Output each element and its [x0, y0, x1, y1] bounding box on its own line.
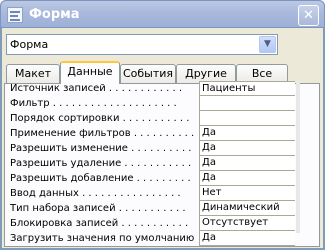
- property-label: Разрешить изменение . . . . . . . . . .: [10, 143, 192, 154]
- property-value-field[interactable]: Динамический: [199, 201, 295, 216]
- object-selector[interactable]: Форма ▼: [6, 34, 278, 55]
- property-label: Разрешить удаление . . . . . . . . . . .: [10, 158, 192, 169]
- property-value-field[interactable]: Нет: [199, 186, 295, 201]
- property-row-allow-filters[interactable]: Применение фильтров . . . . . . . . . . …: [10, 126, 296, 141]
- property-value-field[interactable]: Да: [199, 231, 295, 246]
- property-label: Разрешить добавление . . . . . . . . .: [10, 173, 191, 184]
- property-label: Порядок сортировки . . . . . . . . . . .: [10, 113, 190, 124]
- property-value-field[interactable]: [199, 111, 295, 126]
- close-button[interactable]: ✕: [298, 5, 319, 26]
- property-row-recordset-type[interactable]: Тип набора записей . . . . . . . . . . .…: [10, 201, 296, 216]
- property-value-field[interactable]: Да: [199, 156, 295, 171]
- property-label: Загрузить значения по умолчанию . .: [10, 233, 198, 244]
- property-row-data-entry[interactable]: Ввод данных . . . . . . . . . . . . . . …: [10, 186, 296, 201]
- property-value-field[interactable]: Пациенты: [199, 81, 295, 96]
- property-label: Ввод данных . . . . . . . . . . . . . . …: [10, 188, 181, 199]
- object-selector-value: Форма: [10, 38, 49, 51]
- property-row-order-by[interactable]: Порядок сортировки . . . . . . . . . . .: [10, 111, 296, 126]
- tab-data[interactable]: Данные: [60, 61, 120, 84]
- vertical-scrollbar[interactable]: [296, 81, 300, 233]
- property-value-field[interactable]: Да: [199, 141, 295, 156]
- property-value-field[interactable]: Да: [199, 171, 295, 186]
- property-row-fetch-defaults[interactable]: Загрузить значения по умолчанию . . Да: [10, 231, 296, 246]
- property-row-allow-edits[interactable]: Разрешить изменение . . . . . . . . . . …: [10, 141, 296, 156]
- property-grid: Источник записей . . . . . . . . . . . .…: [10, 81, 296, 246]
- title-bar[interactable]: Форма ✕: [0, 0, 325, 28]
- property-value-field[interactable]: [199, 96, 295, 111]
- chevron-down-icon[interactable]: ▼: [259, 36, 276, 53]
- properties-window: Форма ✕ Форма ▼ Макет Данные События Дру…: [0, 0, 325, 250]
- window-title: Форма: [29, 7, 80, 22]
- property-row-record-source[interactable]: Источник записей . . . . . . . . . . . .…: [10, 81, 296, 96]
- property-label: Тип набора записей . . . . . . . . . . .: [10, 203, 186, 214]
- property-value-field[interactable]: Да: [199, 126, 295, 141]
- property-label: Блокировка записей . . . . . . . . . . .: [10, 218, 189, 229]
- property-label: Фильтр . . . . . . . . . . . . . . . . .…: [10, 98, 177, 109]
- property-label: Применение фильтров . . . . . . . . . .: [10, 128, 195, 139]
- property-row-allow-additions[interactable]: Разрешить добавление . . . . . . . . . Д…: [10, 171, 296, 186]
- property-row-record-locks[interactable]: Блокировка записей . . . . . . . . . . .…: [10, 216, 296, 231]
- form-icon: [7, 7, 23, 23]
- property-row-filter[interactable]: Фильтр . . . . . . . . . . . . . . . . .…: [10, 96, 296, 111]
- property-row-allow-deletions[interactable]: Разрешить удаление . . . . . . . . . . .…: [10, 156, 296, 171]
- property-value-field[interactable]: Отсутствует: [199, 216, 295, 231]
